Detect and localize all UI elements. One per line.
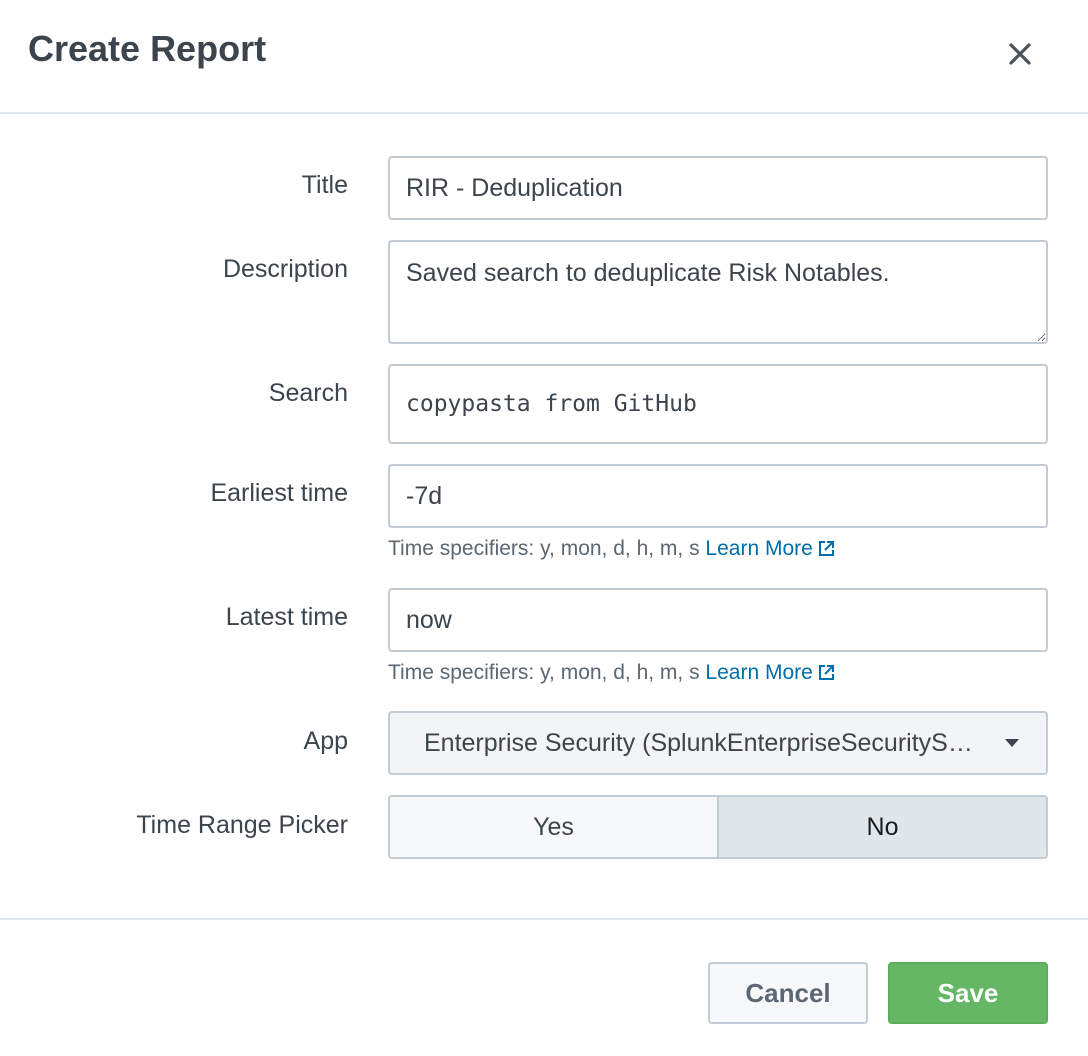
latest-time-help-text: Time specifiers: y, mon, d, h, m, s xyxy=(388,661,700,684)
description-label: Description xyxy=(222,255,348,283)
latest-time-label: Latest time xyxy=(225,603,348,631)
latest-time-input[interactable] xyxy=(388,588,1048,652)
description-textarea[interactable]: Saved search to deduplicate Risk Notable… xyxy=(388,240,1048,344)
app-label: App xyxy=(303,727,348,755)
earliest-time-learn-more-link[interactable]: Learn More xyxy=(705,537,834,560)
search-label: Search xyxy=(268,379,348,407)
time-range-picker-no[interactable]: No xyxy=(719,797,1046,857)
learn-more-label: Learn More xyxy=(705,661,813,684)
dialog-header: Create Report xyxy=(0,0,1088,114)
external-link-icon xyxy=(818,541,834,556)
latest-time-help: Time specifiers: y, mon, d, h, m, s Lear… xyxy=(388,661,835,685)
latest-time-learn-more-link[interactable]: Learn More xyxy=(705,661,834,684)
time-range-picker-yes[interactable]: Yes xyxy=(390,797,719,857)
app-select-value: Enterprise Security (SplunkEnterpriseSec… xyxy=(424,729,984,757)
earliest-time-help: Time specifiers: y, mon, d, h, m, s Lear… xyxy=(388,537,835,561)
time-range-picker-label: Time Range Picker xyxy=(136,811,348,839)
cancel-button[interactable]: Cancel xyxy=(708,962,868,1024)
title-input[interactable] xyxy=(388,156,1048,220)
time-range-picker-toggle: Yes No xyxy=(388,795,1048,859)
create-report-dialog: Create Report Title Description Saved se… xyxy=(0,0,1088,1056)
earliest-time-label: Earliest time xyxy=(210,479,348,507)
earliest-time-input[interactable] xyxy=(388,464,1048,528)
learn-more-label: Learn More xyxy=(705,537,813,560)
search-input[interactable] xyxy=(388,364,1048,444)
close-icon xyxy=(1009,43,1031,65)
close-button[interactable] xyxy=(996,32,1044,76)
title-label: Title xyxy=(301,171,348,199)
app-select[interactable]: Enterprise Security (SplunkEnterpriseSec… xyxy=(388,711,1048,775)
external-link-icon xyxy=(818,665,834,680)
dialog-title: Create Report xyxy=(28,28,267,69)
caret-down-icon xyxy=(1005,739,1019,747)
save-button[interactable]: Save xyxy=(888,962,1048,1024)
earliest-time-help-text: Time specifiers: y, mon, d, h, m, s xyxy=(388,537,700,560)
footer-divider xyxy=(0,918,1088,920)
